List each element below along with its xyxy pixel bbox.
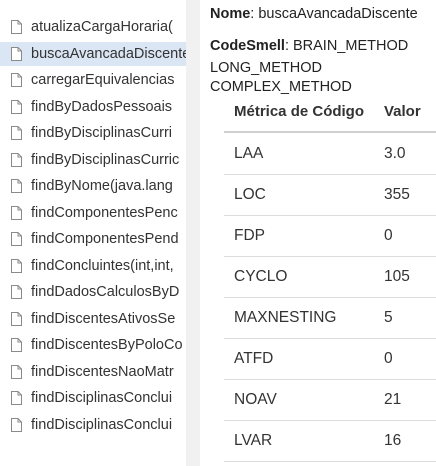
- file-icon: [11, 126, 22, 140]
- method-label: findComponentesPenc: [31, 204, 178, 221]
- metric-value: 0: [384, 350, 393, 367]
- metric-row: NOAV 21: [224, 379, 436, 421]
- file-icon: [11, 99, 22, 114]
- method-list-item[interactable]: findDisciplinasConclui: [0, 413, 186, 437]
- method-list-item[interactable]: findConcluintes(int,int,: [0, 254, 186, 278]
- method-name-line: Nome: buscaAvancadaDiscente: [210, 6, 418, 22]
- file-icon: [11, 73, 22, 87]
- method-label: findByNome(java.lang: [31, 178, 173, 194]
- method-label: findDiscentesAtivosSe: [31, 310, 176, 327]
- metric-value: 355: [384, 186, 410, 203]
- method-list-item[interactable]: findComponentesPenc: [0, 201, 186, 225]
- metric-name: CYCLO: [234, 268, 288, 285]
- name-label: Nome: [210, 6, 251, 22]
- metric-name: LOC: [234, 186, 266, 203]
- file-icon: [11, 258, 22, 273]
- method-list-item[interactable]: findDisciplinasConclui: [0, 386, 186, 410]
- metric-name: MAXNESTING: [234, 309, 337, 326]
- file-icon: [11, 364, 22, 379]
- method-label: atualizaCargaHoraria(: [31, 19, 173, 35]
- metric-name: LAA: [234, 145, 264, 162]
- codesmell-label: CodeSmell: [210, 38, 285, 54]
- file-icon: [11, 311, 22, 326]
- codesmell-line: CodeSmell: BRAIN_METHOD: [210, 38, 408, 54]
- method-list-item[interactable]: findDiscentesNaoMatr: [0, 360, 186, 384]
- method-list-item[interactable]: findDiscentesAtivosSe: [0, 307, 186, 331]
- method-label: buscaAvancadaDiscente: [31, 45, 186, 62]
- method-list-item[interactable]: findByDisciplinasCurric: [0, 148, 186, 172]
- method-label: findDadosCalculosByD: [31, 284, 180, 300]
- metric-name: FDP: [234, 227, 265, 244]
- method-label: findDiscentesNaoMatr: [31, 363, 174, 380]
- method-label: carregarEquivalencias: [31, 72, 175, 88]
- metric-value: 105: [384, 268, 410, 285]
- metric-value: 16: [384, 432, 402, 449]
- method-label: findByDisciplinasCurric: [31, 151, 180, 168]
- codesmell-line-2: LONG_METHOD: [210, 60, 322, 76]
- method-list-item[interactable]: findByDadosPessoais: [0, 95, 186, 119]
- metric-value: 3.0: [384, 145, 406, 162]
- method-label: findDisciplinasConclui: [31, 390, 173, 406]
- method-list-item[interactable]: findDiscentesByPoloCo: [0, 333, 186, 357]
- method-label: findByDadosPessoais: [31, 98, 173, 115]
- method-label: findConcluintes(int,int,: [31, 257, 174, 274]
- method-list-item[interactable]: findByNome(java.lang: [0, 174, 186, 198]
- name-value: : buscaAvancadaDiscente: [250, 6, 418, 22]
- method-list-item[interactable]: atualizaCargaHoraria(: [0, 15, 186, 39]
- method-label: findComponentesPend: [31, 231, 179, 247]
- metrics-table-header: Métrica de Código Valor: [224, 93, 436, 133]
- method-list-item[interactable]: findComponentesPend: [0, 227, 186, 251]
- method-list-item[interactable]: findDadosCalculosByD: [0, 280, 186, 304]
- metric-row: ATFD 0: [224, 338, 436, 380]
- metric-row: LOC 355: [224, 174, 436, 216]
- method-list-item[interactable]: buscaAvancadaDiscente: [0, 41, 186, 66]
- method-list-scrollbar[interactable]: [186, 0, 200, 466]
- method-label: findByDisciplinasCurri: [31, 125, 173, 141]
- file-icon: [11, 232, 22, 246]
- metric-row: LVAR 16: [224, 420, 436, 462]
- file-icon: [11, 20, 22, 34]
- file-icon: [11, 46, 22, 61]
- file-icon: [11, 391, 22, 405]
- metric-row: FDP 0: [224, 215, 436, 257]
- metric-value: 0: [384, 227, 393, 244]
- file-icon: [11, 417, 22, 432]
- method-list-item[interactable]: carregarEquivalencias: [0, 68, 186, 92]
- metric-name: LVAR: [234, 432, 273, 449]
- file-icon: [11, 179, 22, 193]
- method-list-item[interactable]: findByDisciplinasCurri: [0, 121, 186, 145]
- method-label: findDisciplinasConclui: [31, 416, 173, 433]
- method-list: atualizaCargaHoraria( buscaAvancadaDiscen…: [0, 0, 186, 466]
- file-icon: [11, 205, 22, 220]
- metric-row: LAA 3.0: [224, 133, 436, 175]
- metric-value: 5: [384, 309, 393, 326]
- metric-name: NOAV: [234, 391, 277, 408]
- metric-row: CYCLO 105: [224, 256, 436, 298]
- metric-value: 21: [384, 391, 402, 408]
- metric-name: ATFD: [234, 350, 274, 367]
- method-label: findDiscentesByPoloCo: [31, 337, 183, 353]
- file-icon: [11, 338, 22, 352]
- value-column-header: Valor: [384, 103, 421, 120]
- metric-column-header: Métrica de Código: [234, 103, 365, 120]
- metric-row: MAXNESTING 5: [224, 297, 436, 339]
- file-icon: [11, 285, 22, 299]
- file-icon: [11, 152, 22, 167]
- details-panel: Nome: buscaAvancadaDiscente CodeSmell: B…: [208, 0, 436, 466]
- codesmell-value: : BRAIN_METHOD: [284, 38, 409, 54]
